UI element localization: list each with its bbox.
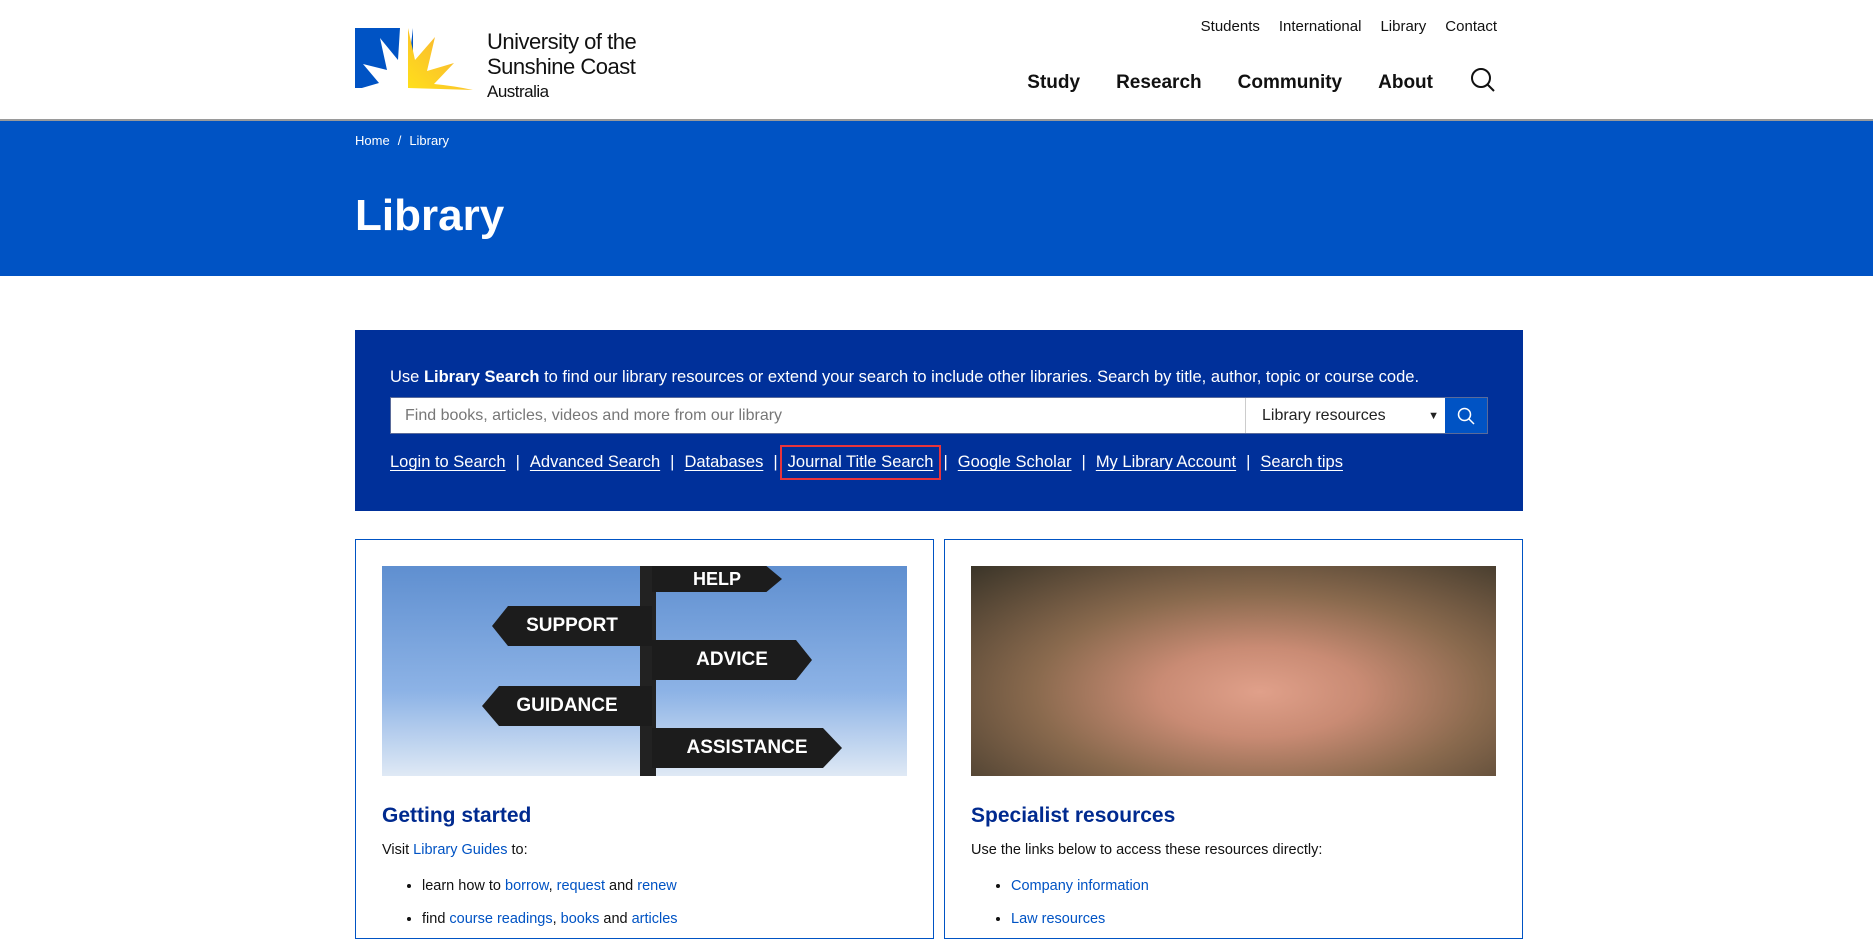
breadcrumb: Home / Library bbox=[355, 133, 449, 148]
main-nav: Study Research Community About bbox=[1027, 66, 1497, 100]
toplink-international[interactable]: International bbox=[1279, 18, 1362, 35]
list-item: Company information bbox=[1011, 870, 1149, 903]
nav-about[interactable]: About bbox=[1378, 72, 1433, 94]
list-item: learn how to borrow, request and renew bbox=[422, 870, 678, 903]
search-button[interactable] bbox=[1445, 398, 1487, 433]
separator: | bbox=[943, 453, 947, 472]
toplink-contact[interactable]: Contact bbox=[1445, 18, 1497, 35]
search-icon[interactable] bbox=[1469, 66, 1497, 100]
intro-text-rest: to find our library resources or extend … bbox=[540, 368, 1420, 386]
text: learn how to bbox=[422, 878, 505, 894]
link-articles[interactable]: articles bbox=[632, 911, 678, 927]
site-header: University of the Sunshine Coast Austral… bbox=[0, 0, 1873, 121]
link-course-readings[interactable]: course readings bbox=[449, 911, 552, 927]
library-search-panel: Use Library Search to find our library r… bbox=[355, 330, 1523, 511]
logo-line1: University of the bbox=[487, 29, 636, 54]
toplink-library[interactable]: Library bbox=[1380, 18, 1426, 35]
sign-help: HELP bbox=[652, 566, 782, 592]
intro-text: Use bbox=[390, 368, 424, 386]
link-advanced-search[interactable]: Advanced Search bbox=[530, 453, 660, 472]
text: , bbox=[553, 911, 561, 927]
link-my-library-account[interactable]: My Library Account bbox=[1096, 453, 1236, 472]
logo-line2: Sunshine Coast bbox=[487, 54, 636, 79]
sign-assistance: ASSISTANCE bbox=[652, 728, 842, 768]
link-law-resources[interactable]: Law resources bbox=[1011, 911, 1105, 927]
breadcrumb-separator: / bbox=[398, 133, 402, 148]
text: and bbox=[605, 878, 637, 894]
hand-keyboard-image bbox=[971, 566, 1496, 776]
sign-support: SUPPORT bbox=[492, 606, 652, 646]
intro-bold: Library Search bbox=[424, 368, 540, 386]
specialist-list: Company information Law resources bbox=[1011, 870, 1149, 936]
text: , bbox=[549, 878, 557, 894]
search-links: Login to Search | Advanced Search | Databa… bbox=[390, 453, 1343, 472]
search-input[interactable] bbox=[391, 398, 1245, 433]
sign-advice: ADVICE bbox=[652, 640, 812, 680]
card-getting-started: HELP SUPPORT ADVICE GUIDANCE ASSISTANCE … bbox=[355, 539, 934, 939]
sunburst-logo-icon bbox=[355, 28, 475, 90]
card-specialist-resources: Specialist resources Use the links below… bbox=[944, 539, 1523, 939]
search-form: Library resources ▼ bbox=[390, 397, 1488, 434]
nav-research[interactable]: Research bbox=[1116, 72, 1202, 94]
search-intro: Use Library Search to find our library r… bbox=[390, 368, 1419, 387]
link-request[interactable]: request bbox=[557, 878, 605, 894]
link-borrow[interactable]: borrow bbox=[505, 878, 549, 894]
text: to: bbox=[507, 842, 527, 858]
usc-logo[interactable]: University of the Sunshine Coast Austral… bbox=[355, 28, 636, 104]
getting-started-list: learn how to borrow, request and renew f… bbox=[422, 870, 678, 936]
scope-select[interactable]: Library resources ▼ bbox=[1245, 398, 1445, 433]
list-item: Law resources bbox=[1011, 903, 1149, 936]
separator: | bbox=[1082, 453, 1086, 472]
scope-value: Library resources bbox=[1262, 407, 1386, 425]
text: find bbox=[422, 911, 449, 927]
link-library-guides[interactable]: Library Guides bbox=[413, 842, 507, 858]
separator: | bbox=[670, 453, 674, 472]
card-title[interactable]: Specialist resources bbox=[971, 804, 1175, 828]
separator: | bbox=[773, 453, 777, 472]
card-title[interactable]: Getting started bbox=[382, 804, 531, 828]
breadcrumb-home[interactable]: Home bbox=[355, 133, 390, 148]
card-text: Visit Library Guides to: bbox=[382, 840, 528, 860]
link-company-information[interactable]: Company information bbox=[1011, 878, 1149, 894]
signpost-image: HELP SUPPORT ADVICE GUIDANCE ASSISTANCE bbox=[382, 566, 907, 776]
page-title: Library bbox=[355, 191, 504, 241]
text: and bbox=[599, 911, 631, 927]
utility-nav: Students International Library Contact bbox=[1201, 18, 1497, 35]
toplink-students[interactable]: Students bbox=[1201, 18, 1260, 35]
nav-community[interactable]: Community bbox=[1238, 72, 1343, 94]
link-renew[interactable]: renew bbox=[637, 878, 677, 894]
logo-line3: Australia bbox=[487, 79, 636, 104]
breadcrumb-current: Library bbox=[409, 133, 449, 148]
card-text: Use the links below to access these reso… bbox=[971, 840, 1322, 860]
sign-guidance: GUIDANCE bbox=[482, 686, 652, 726]
link-google-scholar[interactable]: Google Scholar bbox=[958, 453, 1072, 472]
search-icon bbox=[1457, 407, 1475, 425]
link-search-tips[interactable]: Search tips bbox=[1260, 453, 1343, 472]
list-item: find course readings, books and articles bbox=[422, 903, 678, 936]
link-journal-title-search[interactable]: Journal Title Search bbox=[788, 453, 934, 472]
link-books[interactable]: books bbox=[561, 911, 600, 927]
link-databases[interactable]: Databases bbox=[684, 453, 763, 472]
page-banner: Home / Library Library bbox=[0, 121, 1873, 276]
separator: | bbox=[516, 453, 520, 472]
chevron-down-icon: ▼ bbox=[1428, 410, 1439, 422]
nav-study[interactable]: Study bbox=[1027, 72, 1080, 94]
link-login-to-search[interactable]: Login to Search bbox=[390, 453, 506, 472]
text: Visit bbox=[382, 842, 413, 858]
separator: | bbox=[1246, 453, 1250, 472]
